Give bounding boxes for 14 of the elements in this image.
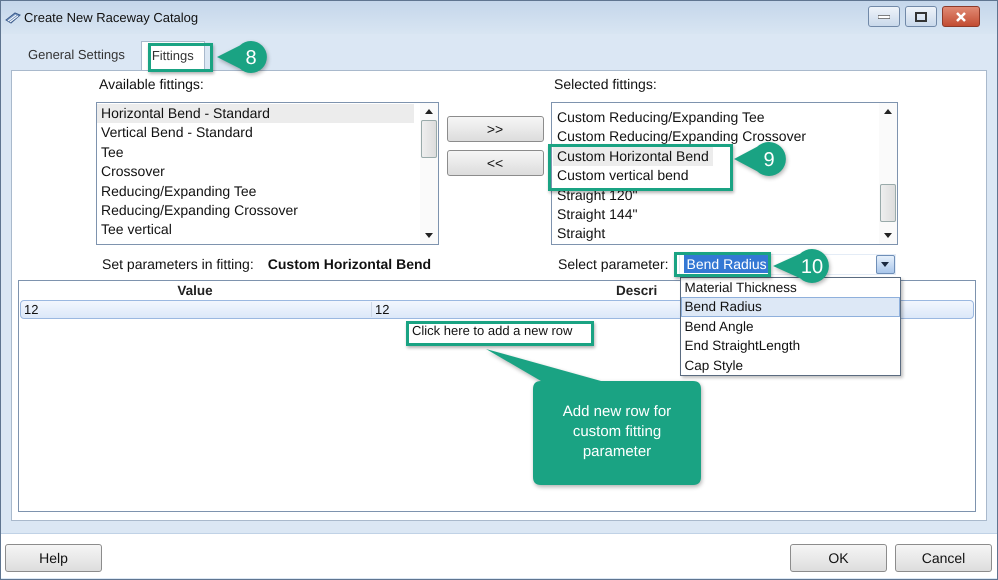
callout-tooltip: 10 bbox=[771, 249, 831, 283]
column-header: Value bbox=[176, 283, 214, 298]
column-header: Descri bbox=[615, 283, 658, 298]
select-label: Select parameter: bbox=[558, 256, 668, 272]
window-title: Create New Raceway Catalog bbox=[24, 10, 198, 25]
dropdown-value: Bend Radius bbox=[684, 255, 770, 273]
callout-tooltip: 8 bbox=[215, 41, 269, 73]
parameters-label: Set parameters in fitting: bbox=[102, 256, 254, 272]
callout-text: Add new row for custom fitting parameter bbox=[562, 402, 672, 462]
table-cell: 12 bbox=[21, 302, 372, 317]
table-cell-text: 12 bbox=[374, 302, 390, 317]
fitting-name: Custom Horizontal Bend bbox=[268, 256, 432, 272]
list-label: Available fittings: bbox=[98, 76, 205, 94]
list-label: Selected fittings: bbox=[553, 76, 658, 94]
